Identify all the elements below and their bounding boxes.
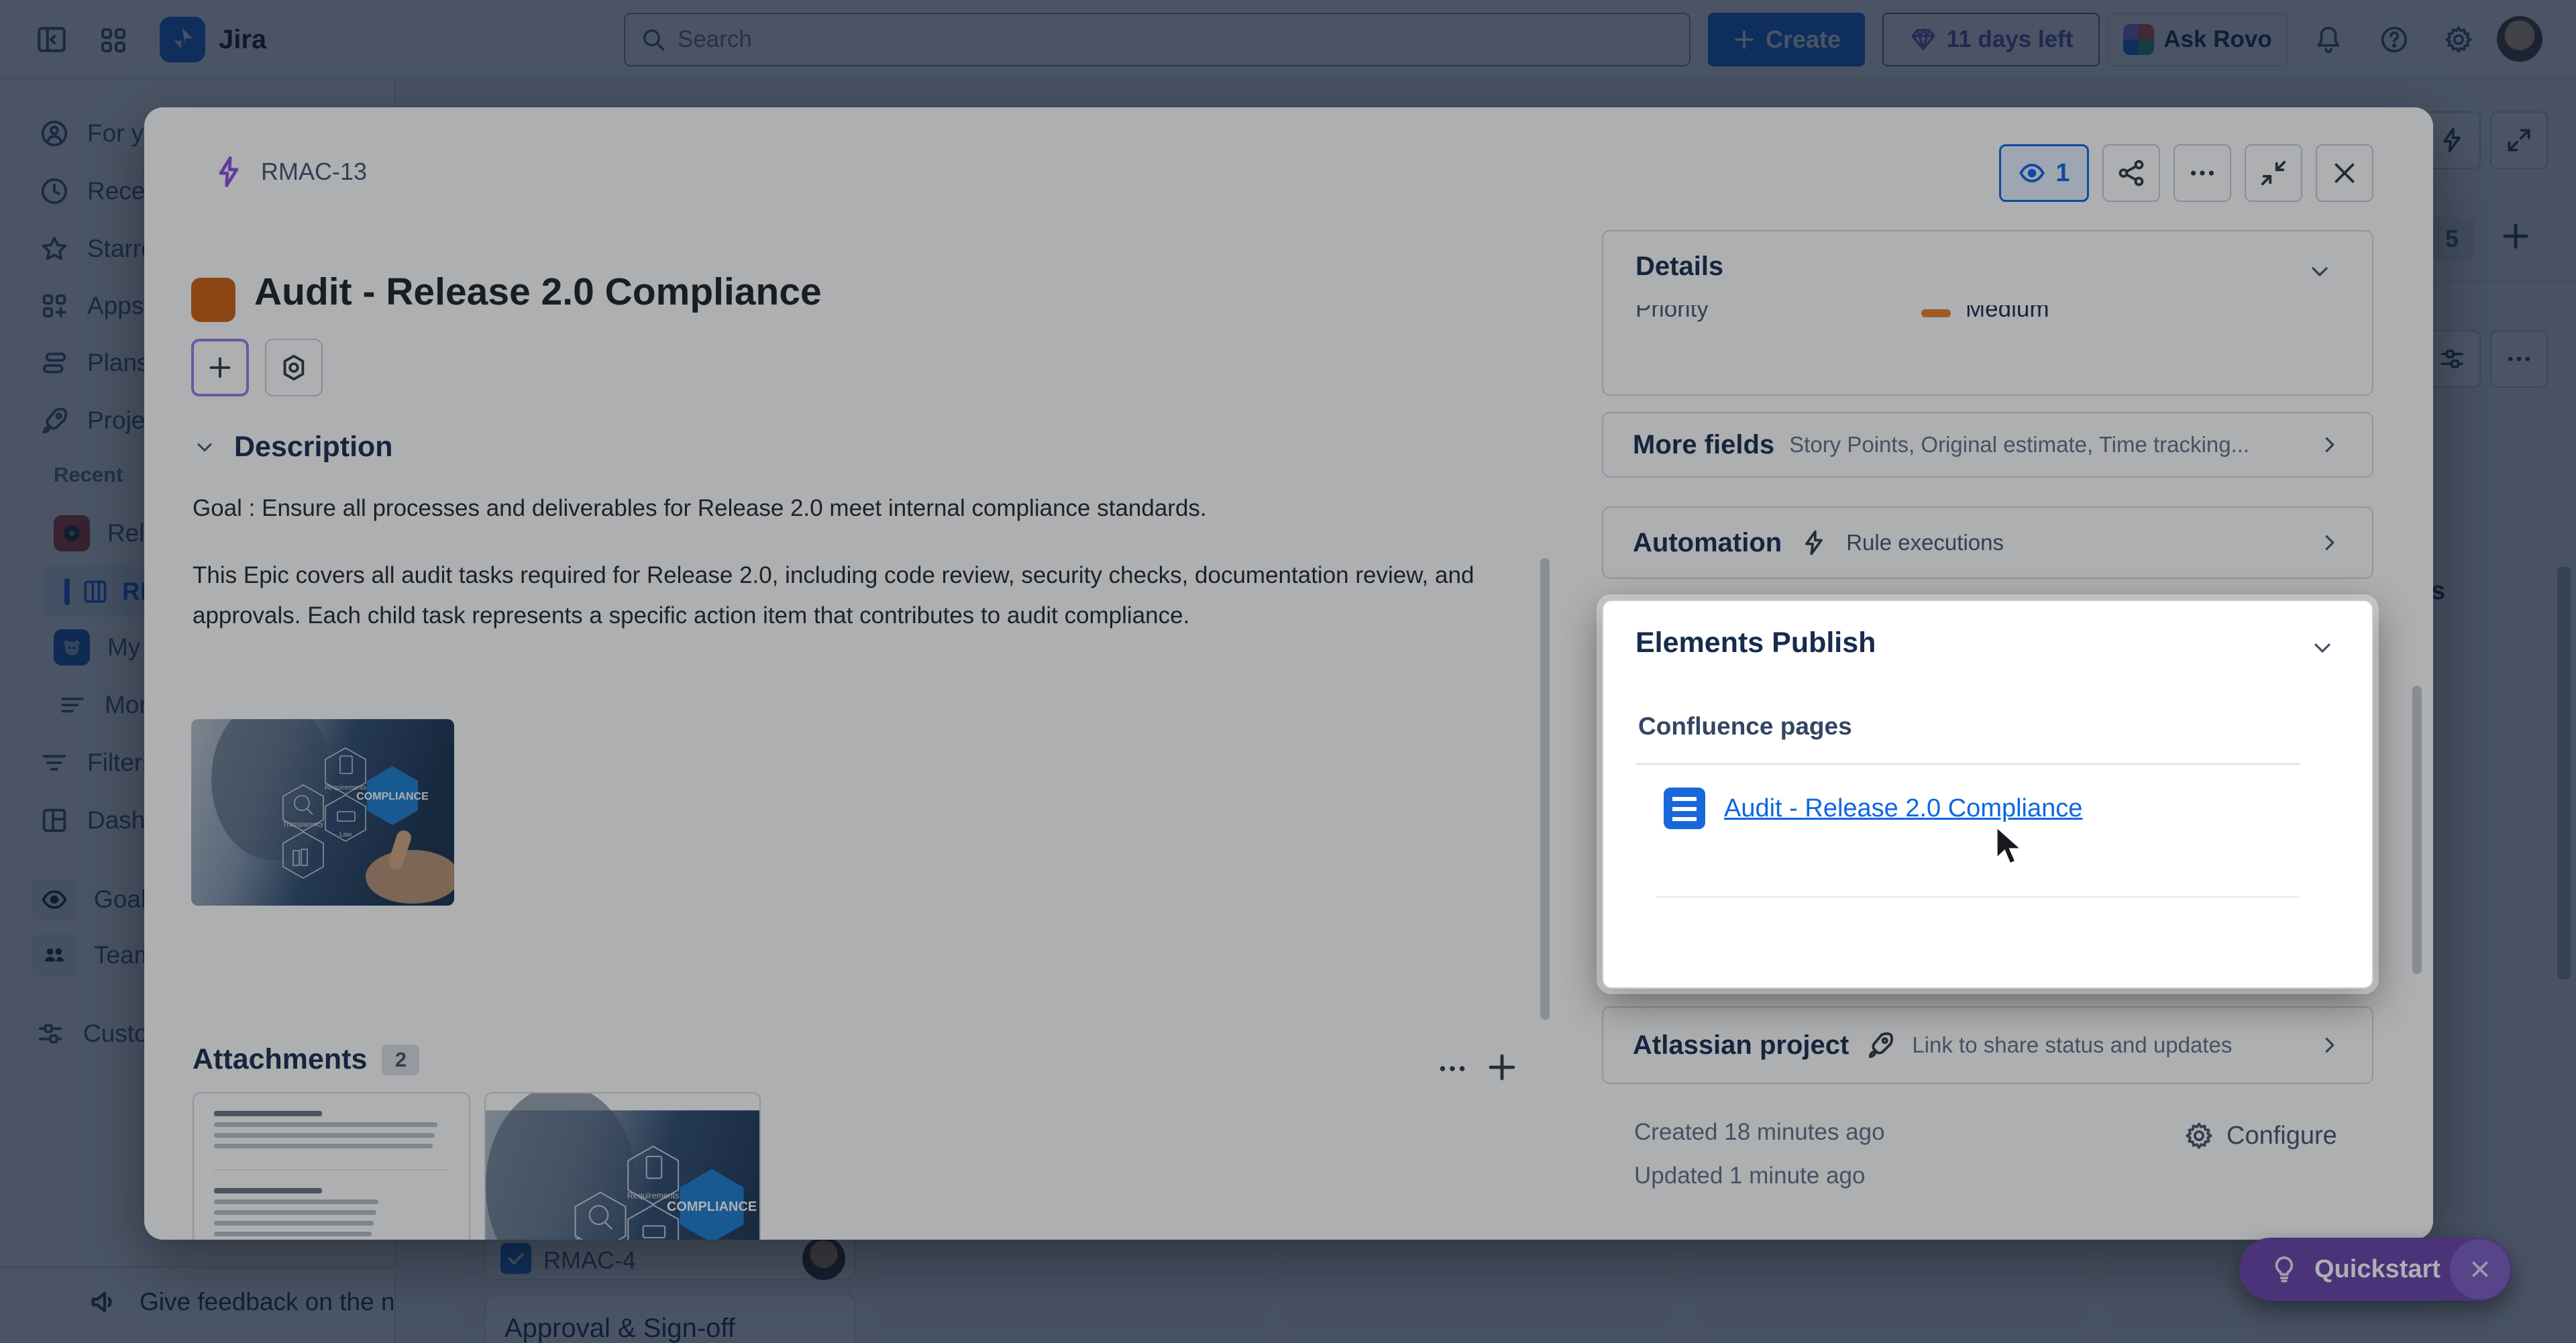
confluence-pages-heading: Confluence pages xyxy=(1638,712,1852,741)
elements-publish-title: Elements Publish xyxy=(1635,627,1876,659)
confluence-page-row[interactable]: Audit - Release 2.0 Compliance xyxy=(1664,788,2082,829)
mouse-cursor xyxy=(1992,824,2027,869)
confluence-page-link[interactable]: Audit - Release 2.0 Compliance xyxy=(1724,794,2082,823)
divider xyxy=(1635,763,2300,765)
confluence-page-icon xyxy=(1664,788,1705,829)
divider xyxy=(1656,896,2300,898)
elements-publish-panel[interactable]: Elements Publish Confluence pages Audit … xyxy=(1602,600,2373,989)
chevron-down-icon[interactable] xyxy=(2309,635,2336,661)
